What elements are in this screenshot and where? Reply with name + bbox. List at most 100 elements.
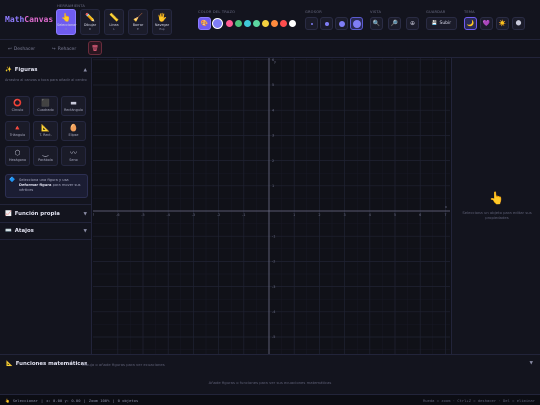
dot-icon [310,22,313,25]
info-text-bold: Deformar figura [19,182,52,187]
figures-hint: Arrastra al canvas o toca para añadir al… [5,78,87,82]
stroke-size-3-button[interactable] [335,17,348,30]
x-tick-label: 1 [293,213,295,217]
y-tick-label: 2 [272,159,274,163]
status-separator: | [112,398,115,403]
subir-button[interactable]: 💾 Subir [426,17,457,30]
status-separator: | [83,398,86,403]
tool-line-button[interactable]: 📏 Línea L [104,9,124,35]
color-swatch[interactable] [212,18,223,29]
color-swatch[interactable] [271,20,278,27]
tool-pan-button[interactable]: 🖐 Navegar Esp [152,9,172,35]
redo-label: Rehacer [57,46,77,52]
shape-label: Hexágono [8,158,27,162]
sine-icon: 〰 [70,149,77,157]
x-tick-label: 2 [318,213,320,217]
chevron-down-icon[interactable]: ▼ [530,361,533,366]
sidebar-divider [0,239,92,240]
select-icon: 👆 [61,13,71,22]
color-swatch[interactable] [280,20,287,27]
tool-shortcut: Esp [159,27,165,31]
save-icon: 💾 [431,21,438,26]
stroke-size-2-button[interactable] [320,17,333,30]
shape-sine-button[interactable]: 〰 Seno [61,146,86,166]
x-tick-label: 5 [394,213,396,217]
shortcuts-title: Atajos [14,228,34,234]
zoom-out-button[interactable]: 🔎 [388,17,401,30]
y-tick-label: 5 [272,83,274,87]
shape-parabola-button[interactable]: ‿ Parábola [33,146,58,166]
tool-select-button[interactable]: 👆 Seleccionar V [56,9,77,35]
tool-shortcut: V [64,27,68,31]
chevron-up-icon: ▲ [83,67,87,73]
color-swatch[interactable] [244,20,251,27]
figures-section-header[interactable]: ✨ Figuras ▲ [0,61,92,79]
status-zoom: Zoom 100% [88,398,110,403]
color-swatch[interactable] [226,20,233,27]
delete-button[interactable]: 🗑 [88,41,102,55]
functions-title: Funciones matemáticas [15,361,88,367]
functions-panel-header[interactable]: 📐 Funciones matemáticas [6,361,87,367]
circle-icon: ⭕ [13,99,22,107]
y-tick-label: -1 [272,234,275,238]
tool-shortcut: D [88,27,92,31]
shape-right-triangle-button[interactable]: 📐 T. Rect. [33,121,58,141]
stroke-group-label: Grosor [305,10,322,14]
x-tick-label: -7 [93,213,94,217]
moon-icon: 🌙 [466,20,475,27]
sparkles-icon: ✨ [5,67,12,73]
reset-view-button[interactable]: ⊕ [406,17,419,30]
y-tick-label: -5 [272,335,275,339]
custom-function-section-header[interactable]: 📈 Función propia ▼ [0,205,92,223]
theme-button[interactable]: ☀️ [496,17,509,30]
dark-circle-icon: 🌑 [515,20,522,27]
y-tick-label: -3 [272,285,275,289]
history-bar: ↩ Deshacer ↪ Rehacer [0,40,540,58]
stroke-size-4-button[interactable] [350,17,363,30]
theme-group-label: Tema [464,10,475,14]
shape-triangle-button[interactable]: 🔺 Triángulo [5,121,30,141]
color-swatch[interactable] [235,20,242,27]
shortcuts-section-header[interactable]: ⌨️ Atajos ▼ [0,222,92,240]
tool-draw-button[interactable]: ✏️ Dibujar D [80,9,100,35]
x-tick-label: -1 [242,213,245,217]
shape-ellipse-button[interactable]: 🥚 Elipse [61,121,86,141]
shape-square-button[interactable]: ⬛ Cuadrado [33,96,58,116]
top-toolbar: MathCanvas Herramienta 👆 Seleccionar V ✏️ Di… [0,0,540,40]
y-tick-label: 1 [272,184,274,188]
color-swatch[interactable] [289,20,296,27]
dot-icon [324,21,329,26]
parabola-icon: ‿ [42,149,49,157]
color-swatch[interactable] [262,20,269,27]
color-swatch[interactable] [253,20,260,27]
x-axis-label: x [445,205,447,209]
zoom-in-button[interactable]: 🔍 [370,17,383,30]
undo-button[interactable]: ↩ Deshacer [8,44,35,54]
coordinate-grid: -7-6-5-4-3-2-11234567654321-1-2-3-4-5-6x… [93,58,450,354]
shape-rectangle-button[interactable]: ▬ Rectángulo [61,96,86,116]
theme-button[interactable]: 🌙 [464,17,477,30]
shape-circle-button[interactable]: ⭕ Círculo [5,96,30,116]
y-tick-label: 4 [272,108,274,112]
tool-erase-button[interactable]: 🧹 Borrar E [128,9,148,35]
x-tick-label: 6 [419,213,421,217]
theme-button[interactable]: 🌑 [512,17,525,30]
shape-label: Seno [69,158,78,162]
app-window: MathCanvas Herramienta 👆 Seleccionar V ✏️ Di… [0,0,540,405]
redo-icon: ↪ [52,46,56,52]
colors-group-label: Color del trazo [198,10,236,14]
custom-function-title: Función propia [14,211,60,217]
y-tick-label: 3 [272,134,274,138]
square-icon: ⬛ [41,99,50,107]
palette-button[interactable]: 🎨 [198,17,211,30]
stroke-size-1-button[interactable] [305,17,318,30]
export-group-label: Guardar [426,10,446,14]
right-triangle-icon: 📐 [41,124,50,132]
left-sidebar: ✨ Figuras ▲ Arrastra al canvas o toca pa… [0,58,92,354]
drawing-canvas[interactable]: -7-6-5-4-3-2-11234567654321-1-2-3-4-5-6x… [93,58,450,354]
theme-button[interactable]: 💜 [480,17,493,30]
deform-info-box: 🔷 Selecciona una figura y usa Deformar f… [5,174,88,198]
status-separator: | [40,398,44,403]
redo-button[interactable]: ↪ Rehacer [52,44,76,54]
shape-hexagon-button[interactable]: ⬡ Hexágono [5,146,30,166]
